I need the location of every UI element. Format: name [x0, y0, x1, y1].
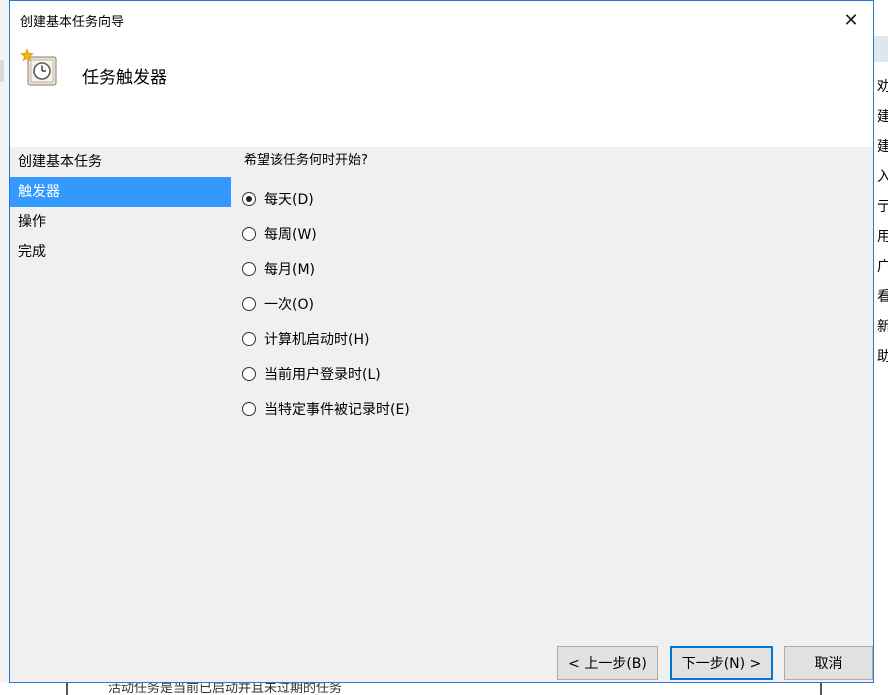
- nav-step-create-basic-task[interactable]: 创建基本任务: [10, 147, 230, 177]
- close-button[interactable]: ✕: [829, 1, 873, 39]
- trigger-options: 每天(D) 每周(W) 每月(M) 一次(O) 计算机启动时(H) 当前用户登录…: [242, 181, 410, 426]
- title-bar: 创建基本任务向导 ✕: [10, 1, 873, 39]
- background-text: 广: [877, 259, 888, 275]
- option-label: 每月(M): [264, 261, 316, 278]
- background-window-bottom: 活动任务是当前已启动并且未过期的任务: [0, 683, 888, 695]
- option-label: 一次(O): [264, 296, 314, 313]
- page-title: 任务触发器: [82, 68, 167, 88]
- background-divider: [66, 683, 68, 695]
- option-label: 当前用户登录时(L): [264, 366, 381, 383]
- radio-at-startup[interactable]: [242, 331, 256, 346]
- option-label: 每周(W): [264, 226, 317, 243]
- nav-step-trigger[interactable]: 触发器: [10, 177, 231, 207]
- trigger-question: 希望该任务何时开始?: [244, 153, 368, 168]
- option-once[interactable]: 一次(O): [242, 286, 410, 321]
- option-weekly[interactable]: 每周(W): [242, 216, 410, 251]
- background-text: 用: [877, 229, 888, 245]
- radio-daily[interactable]: [242, 191, 256, 206]
- close-icon: ✕: [843, 9, 859, 31]
- wizard-header: 任务触发器: [10, 39, 873, 147]
- background-text: 入: [877, 169, 888, 185]
- option-at-logon[interactable]: 当前用户登录时(L): [242, 356, 410, 391]
- option-label: 每天(D): [264, 191, 314, 208]
- background-text: 亍: [877, 199, 888, 215]
- background-header-strip: [874, 36, 888, 62]
- option-monthly[interactable]: 每月(M): [242, 251, 410, 286]
- background-text: 看: [877, 289, 888, 305]
- nav-step-action[interactable]: 操作: [10, 207, 230, 237]
- background-text: 建: [877, 109, 888, 125]
- radio-at-logon[interactable]: [242, 366, 256, 381]
- wizard-steps-nav: 创建基本任务 触发器 操作 完成: [10, 147, 231, 267]
- task-clock-icon: [20, 48, 57, 86]
- background-text-column: 劝 建 建 入 亍 用 广 看 新 助: [877, 72, 888, 372]
- radio-once[interactable]: [242, 296, 256, 311]
- background-bottom-text: 活动任务是当前已启动并且未过期的任务: [108, 683, 343, 695]
- option-label: 当特定事件被记录时(E): [264, 401, 410, 418]
- wizard-dialog: 创建基本任务向导 ✕ 任务触发器 创建基本任务 触发器 操作 完成 希望该任务何…: [9, 0, 874, 683]
- background-text: 建: [877, 139, 888, 155]
- background-divider: [820, 683, 822, 695]
- background-text: 新: [877, 319, 888, 335]
- nav-step-finish[interactable]: 完成: [10, 237, 230, 267]
- radio-on-event[interactable]: [242, 401, 256, 416]
- radio-weekly[interactable]: [242, 226, 256, 241]
- option-at-startup[interactable]: 计算机启动时(H): [242, 321, 410, 356]
- background-window-left: [0, 0, 9, 695]
- window-title: 创建基本任务向导: [20, 15, 125, 30]
- option-on-event[interactable]: 当特定事件被记录时(E): [242, 391, 410, 426]
- back-button[interactable]: < 上一步(B): [557, 646, 658, 680]
- option-label: 计算机启动时(H): [264, 331, 370, 348]
- next-button[interactable]: 下一步(N) >: [670, 646, 773, 680]
- background-text: 助: [877, 349, 888, 365]
- background-text: 劝: [877, 79, 888, 95]
- radio-monthly[interactable]: [242, 261, 256, 276]
- background-marker: [0, 60, 4, 82]
- option-daily[interactable]: 每天(D): [242, 181, 410, 216]
- background-window-right: 劝 建 建 入 亍 用 广 看 新 助: [874, 0, 888, 695]
- cancel-button[interactable]: 取消: [784, 646, 873, 680]
